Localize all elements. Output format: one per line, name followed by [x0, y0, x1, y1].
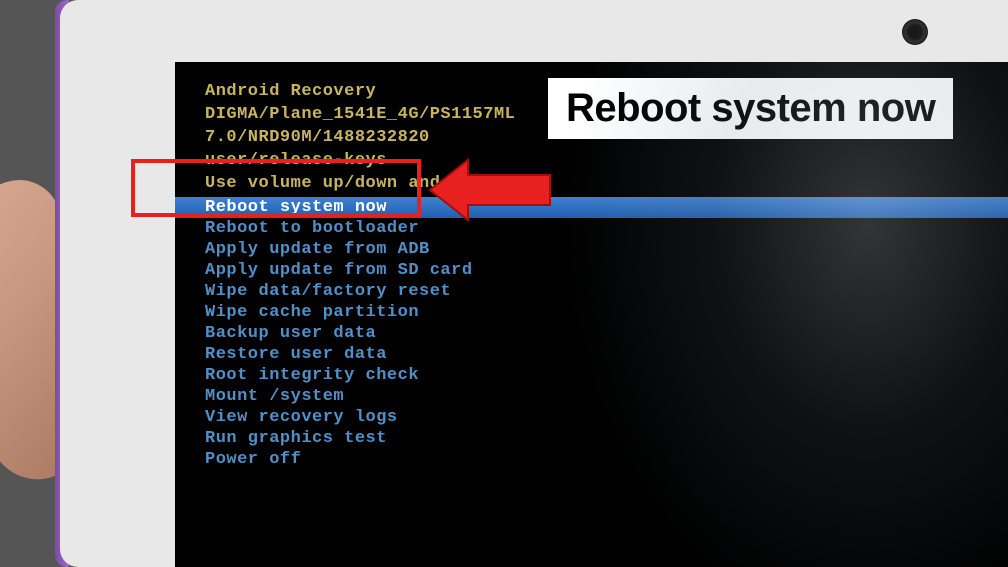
menu-restore-user[interactable]: Restore user data: [205, 344, 1008, 365]
instruction-text: Use volume up/down and power.: [205, 174, 1008, 194]
menu-view-logs[interactable]: View recovery logs: [205, 407, 1008, 428]
menu-reboot-system[interactable]: Reboot system now: [175, 197, 1008, 218]
recovery-menu: Reboot system now Reboot to bootloader A…: [205, 197, 1008, 470]
menu-reboot-bootloader[interactable]: Reboot to bootloader: [205, 218, 1008, 239]
menu-mount-system[interactable]: Mount /system: [205, 386, 1008, 407]
build-info: user/release-keys: [205, 151, 1008, 171]
menu-power-off[interactable]: Power off: [205, 449, 1008, 470]
annotation-label: Reboot system now: [548, 78, 953, 139]
menu-graphics-test[interactable]: Run graphics test: [205, 428, 1008, 449]
menu-apply-adb[interactable]: Apply update from ADB: [205, 239, 1008, 260]
menu-root-check[interactable]: Root integrity check: [205, 365, 1008, 386]
arrow-left-icon: [420, 150, 560, 230]
menu-backup-user[interactable]: Backup user data: [205, 323, 1008, 344]
menu-wipe-cache[interactable]: Wipe cache partition: [205, 302, 1008, 323]
camera-icon: [902, 19, 928, 45]
menu-apply-sdcard[interactable]: Apply update from SD card: [205, 260, 1008, 281]
menu-wipe-data[interactable]: Wipe data/factory reset: [205, 281, 1008, 302]
